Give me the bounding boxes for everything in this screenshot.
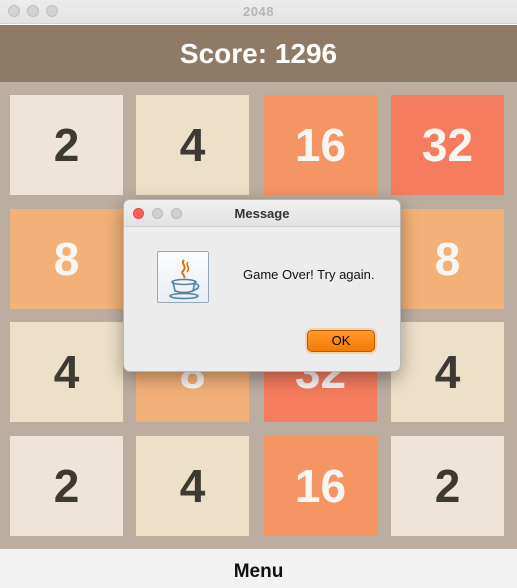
tile: 32 (391, 95, 504, 195)
java-icon (157, 251, 209, 303)
tile: 4 (136, 95, 249, 195)
menu-bar[interactable]: Menu (0, 549, 517, 588)
dialog-message: Game Over! Try again. (243, 267, 375, 282)
tile: 8 (391, 209, 504, 309)
menu-button[interactable]: Menu (234, 561, 284, 583)
window-titlebar: 2048 (0, 0, 517, 24)
score-header: Score: 1296 (0, 25, 517, 82)
ok-button[interactable]: OK (307, 330, 375, 352)
tile: 4 (391, 322, 504, 422)
tile: 2 (391, 436, 504, 536)
tile: 16 (264, 95, 377, 195)
tile: 4 (136, 436, 249, 536)
message-dialog: Message Game Over! Try again. OK (123, 199, 401, 372)
tile: 2 (10, 436, 123, 536)
dialog-titlebar: Message (124, 200, 400, 227)
tile: 4 (10, 322, 123, 422)
tile: 8 (10, 209, 123, 309)
tile: 2 (10, 95, 123, 195)
score-label: Score: 1296 (179, 38, 338, 69)
dialog-title: Message (234, 206, 290, 221)
java-cup-icon (169, 259, 200, 300)
window-title: 2048 (243, 4, 274, 19)
tile: 16 (264, 436, 377, 536)
